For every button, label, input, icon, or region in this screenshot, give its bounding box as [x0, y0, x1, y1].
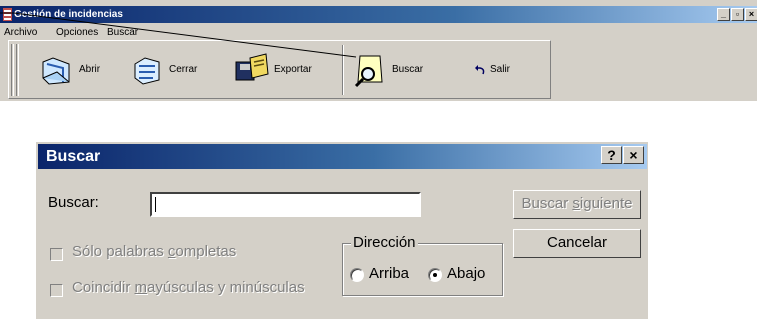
callout-pointer — [0, 12, 357, 58]
down-radio[interactable] — [428, 268, 442, 282]
up-label: Arriba — [369, 265, 410, 282]
match-case-label: Coincidir mayúsculas y minúsculas — [72, 279, 305, 296]
find-dialog: Buscar ? × Buscar: Sólo palabras complet… — [35, 141, 648, 319]
dialog-close-button[interactable]: × — [623, 146, 644, 164]
match-case-checkbox[interactable] — [50, 284, 63, 297]
up-radio[interactable] — [350, 268, 364, 282]
search-field-label: Buscar: — [48, 194, 99, 211]
find-next-button[interactable]: Buscar siguiente — [513, 190, 641, 219]
cancel-button[interactable]: Cancelar — [513, 229, 641, 258]
whole-words-checkbox[interactable] — [50, 248, 63, 261]
whole-words-label: Sólo palabras completas — [72, 243, 237, 260]
radio-selected-dot — [433, 273, 437, 277]
dialog-title: Buscar — [46, 148, 101, 165]
search-input[interactable] — [150, 192, 421, 217]
direction-group: Dirección Arriba Abajo — [342, 234, 503, 296]
help-button[interactable]: ? — [601, 146, 622, 164]
down-label: Abajo — [447, 265, 486, 282]
dialog-title-bar[interactable]: Buscar — [38, 144, 647, 169]
text-caret — [155, 197, 156, 212]
direction-legend: Dirección — [351, 234, 418, 251]
